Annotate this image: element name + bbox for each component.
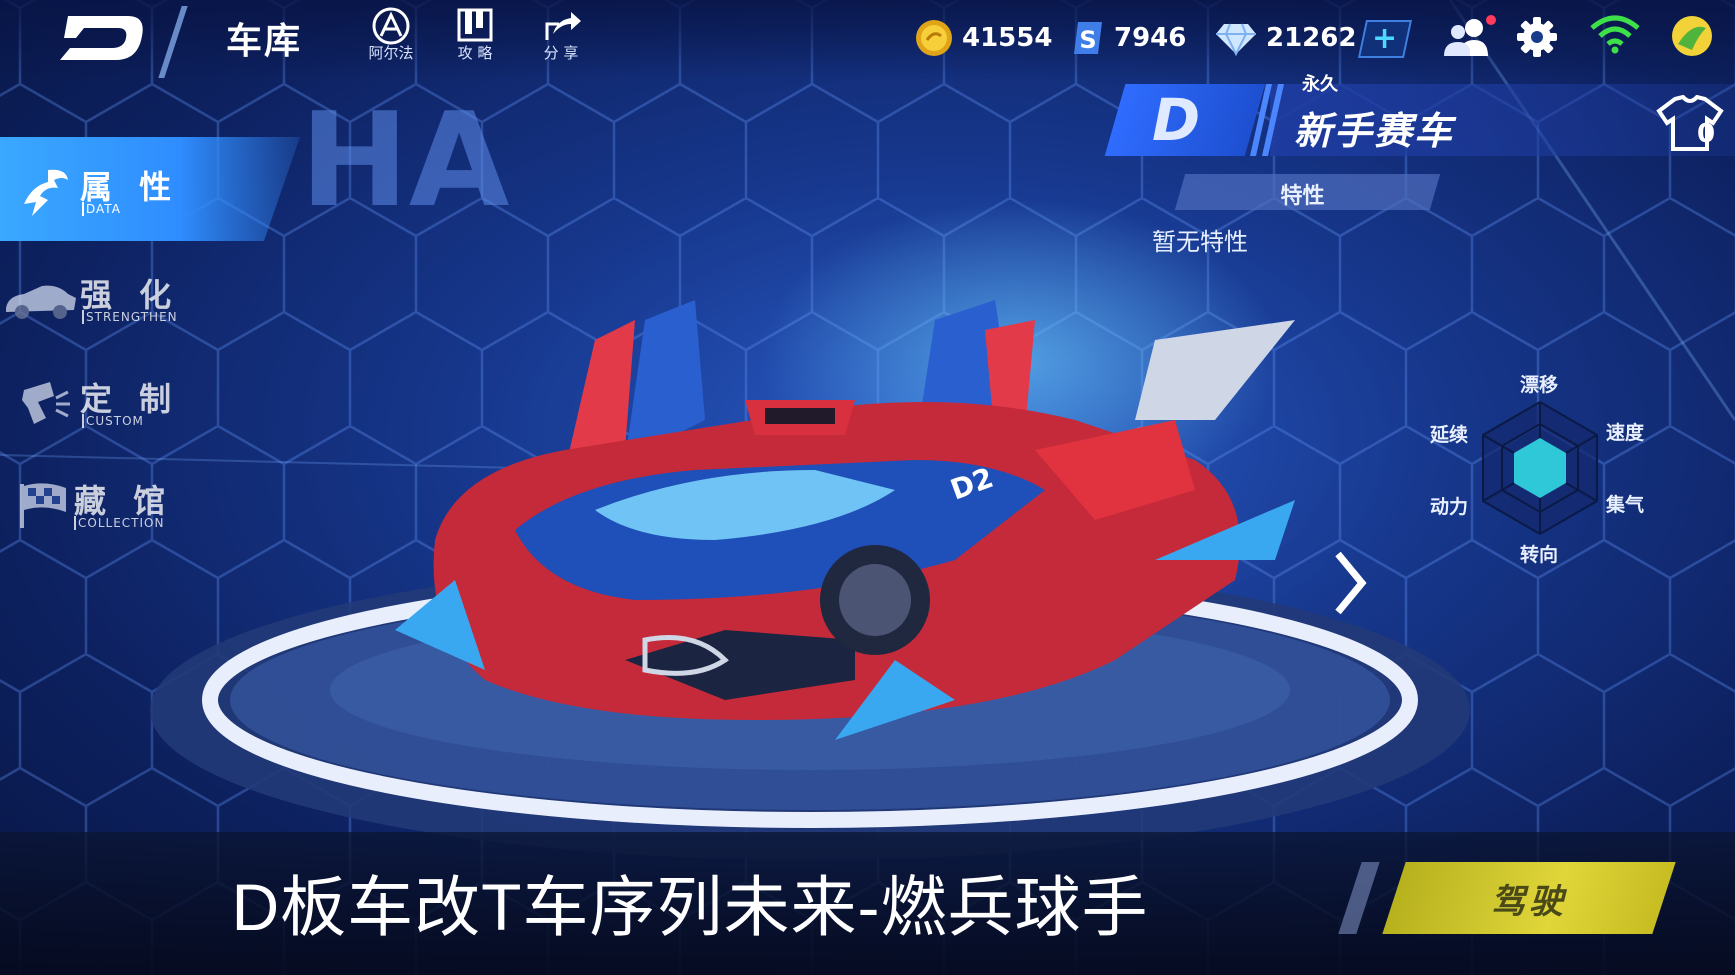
wifi-signal-icon [1590, 15, 1640, 54]
attribute-runner-icon [24, 169, 68, 216]
friends-icon[interactable] [1440, 14, 1496, 60]
outfit-count: 0 [1697, 119, 1716, 149]
page-title: 车库 [226, 21, 303, 62]
radar-label-charge: 集气 [1606, 494, 1645, 516]
guide-book-icon [457, 8, 493, 42]
car-duration: 永久 [1302, 74, 1338, 95]
diamond-value: 21262 [1266, 23, 1357, 53]
next-car-arrow-icon[interactable] [1330, 548, 1370, 618]
player-avatar-icon[interactable] [1670, 14, 1714, 58]
nav-share[interactable]: 分 享 [526, 6, 596, 63]
svg-text:S: S [1079, 26, 1096, 54]
diamond-counter: 21262 [1214, 18, 1356, 58]
game-logo-icon [60, 16, 143, 60]
plus-icon: + [1372, 21, 1398, 56]
nav-alpha[interactable]: 阿尔法 [356, 6, 426, 63]
radar-label-speed: 速度 [1606, 422, 1645, 444]
sidebar-item-data[interactable]: 属 性 DATA [18, 160, 238, 230]
stats-radar: 漂移 速度 集气 转向 动力 延续 [1420, 350, 1720, 570]
settings-gear-icon[interactable] [1516, 16, 1558, 58]
trait-header: 特性 [1280, 184, 1325, 209]
sidebar-item-sublabel: CUSTOM [82, 414, 144, 428]
radar-label-power: 动力 [1430, 496, 1469, 518]
car-upgrade-icon [6, 285, 76, 319]
sidebar-item-sublabel: STRENGTHEN [82, 310, 178, 324]
rank-stripes [1250, 84, 1284, 156]
sidebar-item-custom[interactable]: 定 制 CUSTOM [20, 372, 240, 442]
coin-counter: 41554 [914, 18, 1052, 58]
nav-guide[interactable]: 攻 略 [440, 6, 510, 63]
ticket-value: 7946 [1114, 23, 1187, 53]
trait-value: 暂无特性 [1152, 228, 1248, 256]
drive-button-label: 驾驶 [1491, 882, 1567, 922]
share-icon [545, 12, 581, 40]
radar-chart [1482, 400, 1598, 536]
car-rank-letter: D [1152, 86, 1201, 154]
nav-share-label: 分 享 [543, 44, 579, 62]
gold-coin-icon [916, 20, 952, 56]
diamond-icon [1216, 23, 1256, 56]
radar-label-drift: 漂移 [1520, 374, 1559, 396]
svg-text:HA: HA [300, 84, 509, 236]
race-car-model: D2 [395, 300, 1295, 740]
s-ticket-icon: S [1074, 22, 1102, 54]
nav-guide-label: 攻 略 [457, 44, 493, 62]
radar-label-duration: 延续 [1430, 424, 1469, 446]
sidebar-item-strengthen[interactable]: 强 化 STRENGTHEN [2, 268, 222, 338]
recharge-button[interactable]: + [1357, 20, 1413, 58]
ticket-counter: S 7946 [1070, 18, 1186, 58]
sidebar-item-collection[interactable]: 藏 馆 COLLECTION [18, 474, 238, 544]
checkered-flag-icon [20, 483, 66, 528]
sidebar-item-sublabel: DATA [82, 202, 121, 216]
radar-label-steering: 转向 [1520, 544, 1559, 566]
coin-value: 41554 [962, 23, 1053, 53]
car-name: 新手赛车 [1294, 109, 1455, 153]
spray-customize-icon [22, 382, 70, 424]
sidebar-item-sublabel: COLLECTION [74, 516, 164, 530]
video-caption: D板车改T车序列未来-燃兵球手 [231, 870, 1149, 944]
outfit-button[interactable]: 0 [1655, 94, 1725, 157]
nav-alpha-label: 阿尔法 [368, 44, 414, 62]
alpha-icon [372, 7, 410, 45]
